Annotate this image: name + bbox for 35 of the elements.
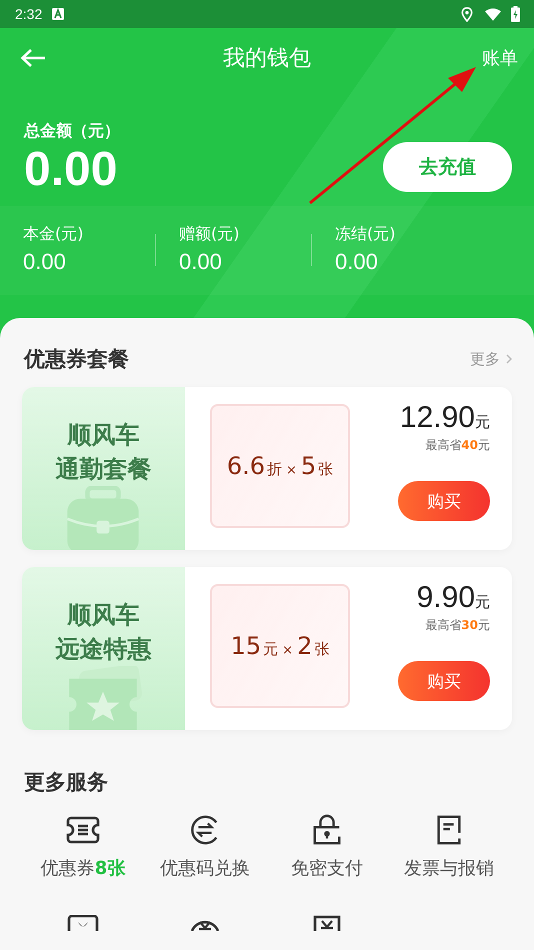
package-name: 顺风车 通勤套餐	[56, 420, 152, 485]
battery-icon	[511, 6, 520, 22]
savings-text: 最高省40元	[425, 437, 490, 454]
section-title: 优惠券套餐	[24, 346, 129, 373]
keyboard-icon	[52, 8, 64, 20]
package-name: 顺风车 远途特惠	[56, 600, 152, 665]
savings-text: 最高省30元	[425, 617, 490, 634]
page-title: 我的钱包	[223, 45, 311, 73]
service-label[interactable]: 免密支付	[291, 856, 363, 880]
service-label[interactable]: 发票与报销	[404, 856, 494, 880]
total-label: 总金额（元）	[24, 121, 120, 142]
service-label[interactable]: 优惠码兑换	[160, 856, 250, 880]
balance-value: 0.00	[23, 249, 67, 275]
buy-button[interactable]: 购买	[398, 481, 490, 521]
total-amount: 0.00	[24, 146, 118, 194]
balance-value: 0.00	[179, 249, 223, 275]
balance-type-label: 本金(元)	[23, 224, 84, 245]
status-time: 2:32	[15, 6, 42, 22]
more-link[interactable]: 更多	[470, 350, 512, 368]
recharge-button[interactable]: 去充值	[383, 142, 512, 192]
package-price: 12.90元	[400, 401, 490, 435]
coupon-value: 15 元 × 2 张	[230, 632, 330, 660]
bill-link[interactable]: 账单	[482, 46, 518, 70]
ticket-icon[interactable]	[66, 814, 100, 846]
buy-button[interactable]: 购买	[398, 661, 490, 701]
balance-value: 0.00	[335, 249, 379, 275]
coupon-value: 6.6 折 × 5 张	[226, 452, 334, 480]
wifi-icon	[485, 6, 501, 22]
location-icon	[459, 6, 475, 22]
section-title: 更多服务	[24, 769, 108, 796]
service-label[interactable]: 优惠券8张	[40, 856, 126, 880]
package-price: 9.90元	[416, 581, 490, 615]
chevron-icon	[506, 354, 512, 364]
balance-type-label: 冻结(元)	[335, 224, 396, 245]
balance-type-label: 赠额(元)	[179, 224, 240, 245]
